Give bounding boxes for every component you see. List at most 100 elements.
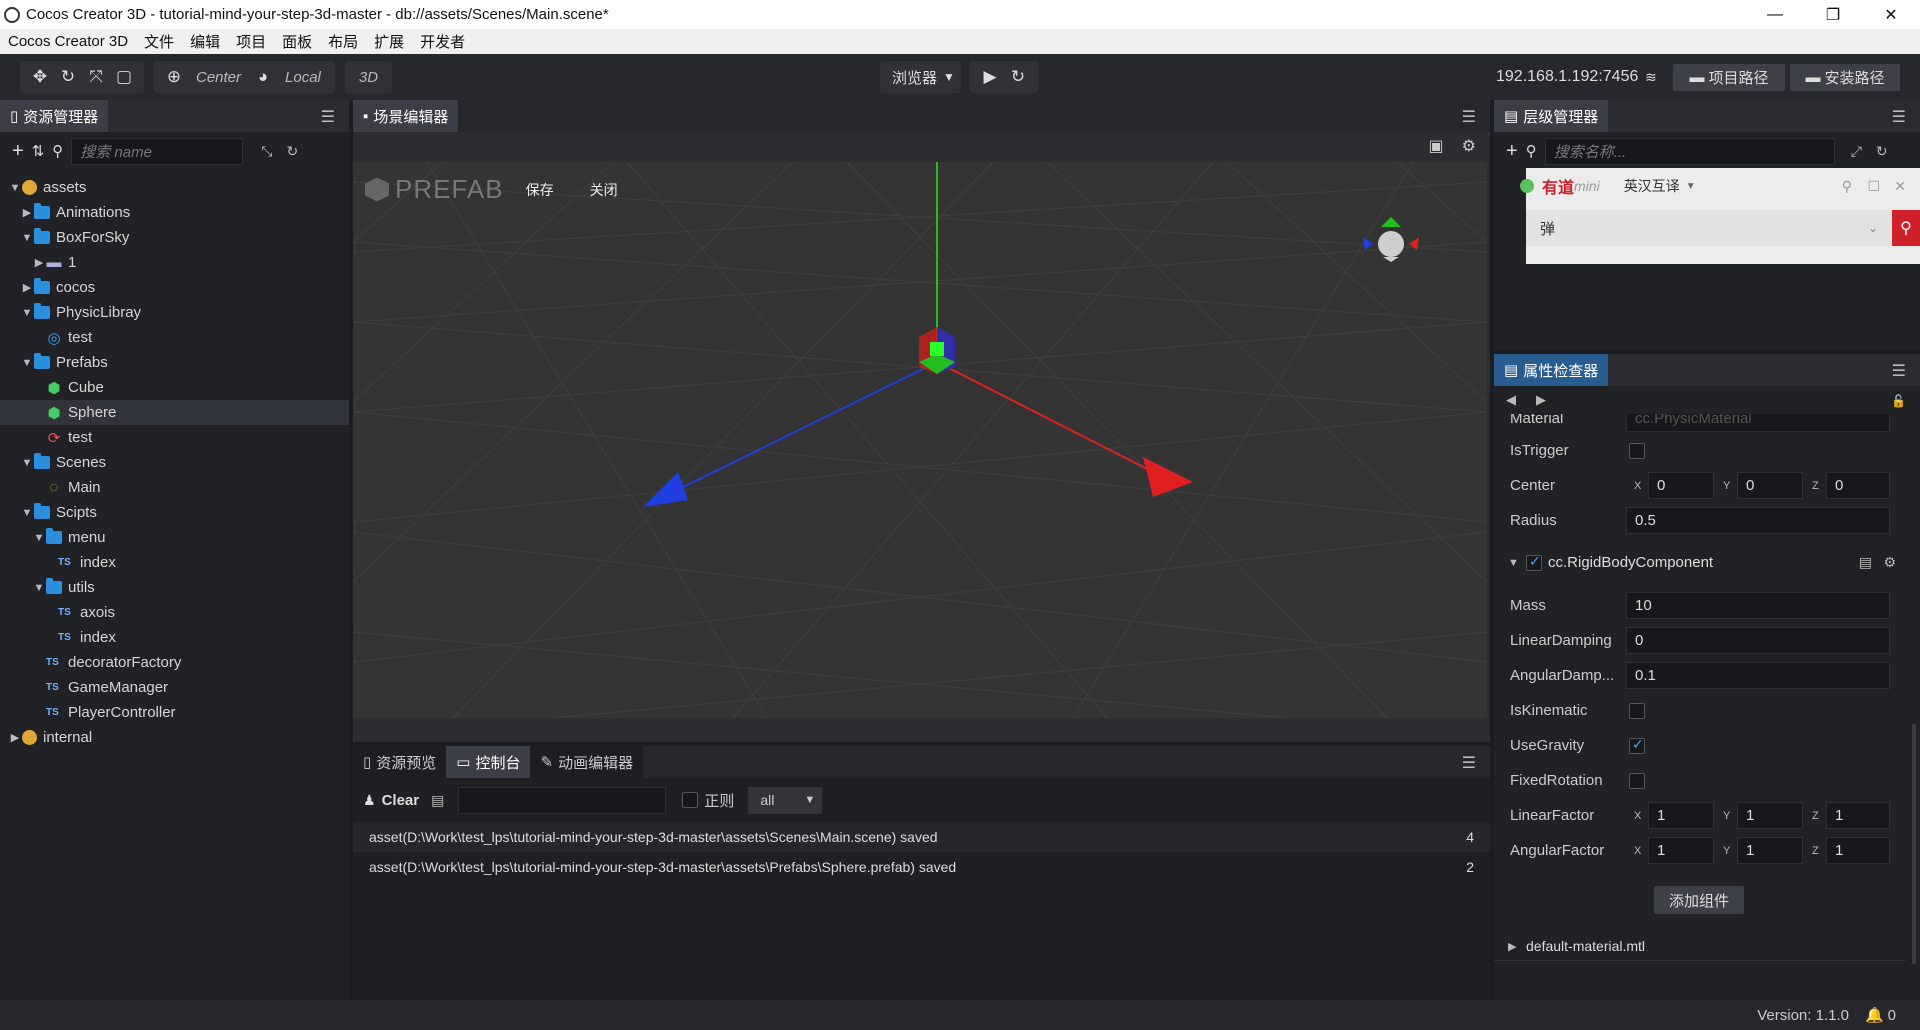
caret-right-icon[interactable]: ▶ [8, 731, 22, 744]
translate-mode-select[interactable]: 英汉互译 [1624, 176, 1680, 196]
angular-damping-input[interactable]: 0.1 [1626, 662, 1890, 689]
menu-developer[interactable]: 开发者 [412, 31, 473, 52]
panel-menu-icon[interactable]: ☰ [1462, 107, 1476, 127]
angular-factor-y-input[interactable]: 1 [1737, 837, 1803, 864]
tab-inspector[interactable]: ▤ 属性检查器 [1494, 354, 1609, 386]
linear-factor-y-input[interactable]: 1 [1737, 802, 1803, 829]
tree-item[interactable]: ▶ cocos [0, 275, 349, 300]
assets-search-input[interactable]: 搜索 name [71, 137, 244, 165]
close-icon[interactable]: ✕ [1894, 178, 1906, 195]
material-asset-row[interactable]: ▶ default-material.mtl [1494, 932, 1906, 961]
collapse-icon[interactable]: ⤡ [261, 143, 272, 160]
component-enabled-checkbox[interactable] [1526, 553, 1542, 571]
menu-layout[interactable]: 布局 [320, 31, 366, 52]
refresh-icon[interactable]: ↻ [1876, 143, 1888, 160]
maximize-icon[interactable]: ☐ [1867, 178, 1880, 195]
close-window-button[interactable]: ✕ [1862, 0, 1920, 29]
add-icon[interactable]: + [1506, 140, 1518, 163]
project-path-button[interactable]: ▬ 项目路径 [1673, 64, 1785, 91]
material-field[interactable]: cc.PhysicMaterial [1626, 414, 1890, 432]
linear-factor-z-input[interactable]: 1 [1826, 802, 1890, 829]
menu-panel[interactable]: 面板 [274, 31, 320, 52]
caret-down-icon[interactable]: ▼ [20, 507, 34, 519]
gear-icon[interactable]: ⚙ [1462, 136, 1476, 156]
expand-icon[interactable]: ⤢ [1851, 143, 1862, 160]
pivot-toggle[interactable]: Center [188, 69, 249, 86]
tree-item[interactable]: TS index [0, 550, 349, 575]
maximize-button[interactable]: ❐ [1804, 0, 1862, 29]
search-icon[interactable]: ⚲ [52, 142, 63, 160]
menu-project[interactable]: 项目 [228, 31, 274, 52]
coord-toggle[interactable]: Local [277, 69, 329, 86]
regex-checkbox[interactable] [682, 792, 699, 808]
tree-item[interactable]: ▶ Animations [0, 200, 349, 225]
inspector-scrollbar[interactable] [1912, 724, 1916, 964]
rotate-tool-icon[interactable]: ↻ [54, 61, 82, 93]
preview-target-select[interactable]: 浏览器 [886, 67, 943, 88]
minimize-button[interactable]: — [1746, 0, 1804, 29]
pin-icon[interactable]: ⚲ [1842, 178, 1852, 195]
caret-down-icon[interactable]: ▼ [32, 532, 46, 544]
console-filter-input[interactable] [458, 786, 667, 814]
tree-item[interactable]: ▼ assets [0, 175, 349, 200]
gear-icon[interactable]: ⚙ [1883, 554, 1896, 571]
add-component-button[interactable]: 添加组件 [1654, 886, 1744, 914]
angular-factor-z-input[interactable]: 1 [1826, 837, 1890, 864]
is-trigger-checkbox[interactable] [1629, 442, 1645, 459]
gizmo-center[interactable] [930, 342, 944, 356]
tab-assets[interactable]: ▯ 资源管理器 [0, 100, 109, 132]
help-doc-icon[interactable]: ▤ [1859, 554, 1872, 571]
clear-button[interactable]: Clear [382, 792, 420, 809]
tab-scene[interactable]: ▪ 场景编辑器 [353, 100, 459, 132]
prefab-close-button[interactable]: 关闭 [590, 180, 618, 200]
center-x-input[interactable]: 0 [1648, 472, 1714, 499]
dictionary-query-input[interactable]: 弹 ⌄ [1526, 210, 1892, 246]
menu-app[interactable]: Cocos Creator 3D [0, 33, 136, 50]
tree-item[interactable]: TS GameManager [0, 675, 349, 700]
scale-tool-icon[interactable]: ⤧ [82, 61, 110, 93]
tree-item[interactable]: ◎ test [0, 325, 349, 350]
move-tool-icon[interactable]: ✥ [26, 61, 54, 93]
panel-menu-icon[interactable]: ☰ [1462, 753, 1476, 773]
angular-factor-x-input[interactable]: 1 [1648, 837, 1714, 864]
tab-hierarchy[interactable]: ▤ 层级管理器 [1494, 100, 1609, 132]
caret-right-icon[interactable]: ▶ [20, 281, 34, 294]
log-row[interactable]: asset(D:\Work\test_lps\tutorial-mind-you… [353, 852, 1490, 882]
center-z-input[interactable]: 0 [1826, 472, 1890, 499]
caret-right-icon[interactable]: ▶ [32, 256, 46, 269]
sort-icon[interactable]: ⇅ [32, 142, 45, 160]
bell-icon[interactable]: 🔔 [1865, 1006, 1884, 1024]
install-path-button[interactable]: ▬ 安装路径 [1790, 64, 1900, 91]
tree-item[interactable]: ⬢ Cube [0, 375, 349, 400]
tree-item[interactable]: ▶ internal [0, 725, 349, 750]
tab-animation-editor[interactable]: ✎ 动画编辑器 [530, 746, 644, 778]
tree-item[interactable]: ▼ Scipts [0, 500, 349, 525]
tree-item[interactable]: ◌ Main [0, 475, 349, 500]
hierarchy-search-input[interactable]: 搜索名称... [1544, 137, 1835, 165]
search-icon[interactable]: ⚲ [1526, 142, 1537, 160]
scene-viewport[interactable]: PREFAB 保存 关闭 [353, 162, 1487, 718]
play-icon[interactable]: ▶ [976, 61, 1004, 93]
tree-item[interactable]: ▼ PhysicLibray [0, 300, 349, 325]
z-axis-cone[interactable] [643, 472, 688, 507]
tree-item[interactable]: TS index [0, 625, 349, 650]
tree-item[interactable]: ▼ utils [0, 575, 349, 600]
rect-tool-icon[interactable]: ▢ [110, 61, 138, 93]
fixed-rotation-checkbox[interactable] [1629, 772, 1645, 789]
prefab-save-button[interactable]: 保存 [526, 180, 554, 200]
back-arrow-icon[interactable]: ◀ [1506, 392, 1516, 408]
caret-right-icon[interactable]: ▶ [20, 206, 34, 219]
caret-down-icon[interactable]: ▼ [20, 357, 34, 369]
linear-factor-x-input[interactable]: 1 [1648, 802, 1714, 829]
orientation-gizmo[interactable] [1363, 217, 1419, 262]
lock-icon[interactable]: 🔓 [1891, 394, 1906, 408]
tree-item[interactable]: ⟳ test [0, 425, 349, 450]
x-axis-cone[interactable] [1143, 457, 1193, 497]
tree-item[interactable]: TS PlayerController [0, 700, 349, 725]
refresh-icon[interactable]: ↻ [286, 143, 298, 160]
caret-down-icon[interactable]: ▼ [20, 457, 34, 469]
menu-extension[interactable]: 扩展 [366, 31, 412, 52]
menu-edit[interactable]: 编辑 [182, 31, 228, 52]
tab-asset-preview[interactable]: ▯ 资源预览 [353, 746, 447, 778]
dictionary-search-button[interactable]: ⚲ [1892, 210, 1920, 246]
